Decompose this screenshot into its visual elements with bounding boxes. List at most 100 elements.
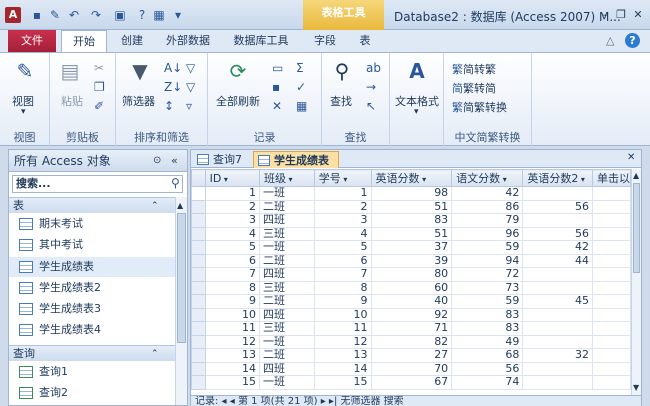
scroll-up-icon[interactable]: ▲ (633, 171, 639, 180)
tables-section-header[interactable]: 表 ⌃ (9, 197, 175, 213)
table-row[interactable]: 8 三班 8 60 73 (191, 280, 631, 295)
row-selector[interactable] (191, 226, 206, 241)
restore-icon[interactable]: ❐ (614, 8, 628, 22)
table-cell[interactable]: 一班 (258, 334, 315, 349)
minimize-ribbon-icon[interactable]: △ (606, 34, 614, 47)
edit-icon[interactable]: ✎ (47, 7, 63, 23)
tab-file[interactable]: 文件 (8, 30, 56, 52)
table-cell[interactable]: 49 (451, 334, 524, 349)
tab-home[interactable]: 开始 (61, 30, 107, 53)
table-cell[interactable]: 10 (313, 307, 372, 322)
table-cell[interactable]: 51 (370, 199, 453, 214)
table-cell[interactable] (591, 321, 631, 336)
table-cell[interactable]: 71 (370, 321, 453, 336)
table-cell[interactable]: 59 (451, 240, 524, 255)
table-cell[interactable]: 79 (451, 213, 524, 228)
row-selector[interactable] (191, 294, 206, 309)
table-cell[interactable]: 83 (451, 321, 524, 336)
table-cell[interactable]: 2 (313, 199, 372, 214)
table-cell[interactable]: 13 (204, 348, 260, 363)
table-cell[interactable]: 67 (370, 375, 453, 390)
paste-icon[interactable]: ▤ (58, 59, 82, 83)
table-cell[interactable]: 11 (204, 321, 260, 336)
table-cell[interactable]: 11 (313, 321, 372, 336)
nav-scroll-thumb[interactable] (177, 213, 186, 343)
save-icon[interactable]: ▪ (29, 7, 45, 23)
datasheet-vscrollbar[interactable]: ▲ ▼ (631, 169, 641, 395)
collapse-section-icon[interactable]: ⌃ (151, 346, 159, 362)
column-dropdown-icon[interactable]: ▾ (221, 175, 228, 184)
to-simplified-button[interactable]: 简繁转简 (452, 80, 496, 96)
find-button[interactable]: 查找 (330, 93, 352, 109)
table-cell[interactable]: 60 (370, 280, 453, 295)
column-header[interactable]: 单击以 (591, 169, 631, 187)
format-painter-icon[interactable]: ✐ (94, 99, 104, 113)
table-cell[interactable]: 12 (313, 334, 372, 349)
view-icon[interactable]: ✎ (13, 59, 37, 83)
nav-collapse-icon[interactable]: « (171, 150, 178, 172)
table-cell[interactable]: 7 (204, 267, 260, 282)
new-record-icon[interactable]: ▭ (272, 61, 283, 75)
table-cell[interactable]: 98 (370, 186, 453, 201)
to-traditional-button[interactable]: 繁简转繁 (452, 61, 496, 77)
table-row[interactable]: 6 二班 6 39 94 44 (191, 253, 631, 268)
selection-filter-icon[interactable]: ▽ (186, 61, 195, 75)
table-row[interactable]: 2 二班 2 51 86 56 (191, 199, 631, 214)
table-cell[interactable]: 59 (451, 294, 524, 309)
text-format-icon[interactable]: A (405, 59, 429, 83)
table-cell[interactable]: 15 (313, 375, 372, 390)
table-cell[interactable]: 73 (451, 280, 524, 295)
refresh-all-button[interactable]: 全部刷新 (216, 93, 260, 109)
table-cell[interactable]: 80 (370, 267, 453, 282)
copy-icon[interactable]: ❐ (94, 80, 105, 94)
grid-icon[interactable]: ▦ (151, 7, 167, 23)
table-cell[interactable]: 4 (204, 226, 260, 241)
table-cell[interactable] (591, 253, 631, 268)
close-doc-icon[interactable]: ✕ (627, 152, 635, 163)
table-row[interactable]: 11 三班 11 71 83 (191, 321, 631, 336)
table-cell[interactable] (591, 334, 631, 349)
table-cell[interactable]: 82 (370, 334, 453, 349)
delete-record-icon[interactable]: ✕ (272, 99, 282, 113)
table-cell[interactable]: 8 (204, 280, 260, 295)
table-cell[interactable] (591, 375, 631, 390)
table-cell[interactable] (591, 361, 631, 376)
row-selector[interactable] (191, 253, 206, 268)
table-cell[interactable] (522, 375, 593, 390)
table-cell[interactable]: 14 (313, 361, 372, 376)
filter-button[interactable]: 筛选器 (122, 93, 155, 109)
cut-icon[interactable]: ✂ (94, 61, 104, 75)
minimize-icon[interactable]: – (598, 8, 612, 22)
tab-database-tools[interactable]: 数据库工具 (226, 30, 296, 52)
select-icon[interactable]: ↖ (366, 99, 376, 113)
column-dropdown-icon[interactable]: ▾ (286, 175, 292, 184)
select-all-cell[interactable] (191, 169, 206, 187)
table-cell[interactable] (522, 280, 593, 295)
doc-tab-student-scores[interactable]: 学生成绩表 (253, 151, 339, 168)
sort-ascending-icon[interactable]: A↓ (164, 61, 182, 75)
table-cell[interactable] (591, 240, 631, 255)
table-cell[interactable] (591, 226, 631, 241)
table-cell[interactable]: 1 (204, 186, 260, 201)
row-selector[interactable] (191, 307, 206, 322)
table-cell[interactable]: 45 (522, 294, 593, 309)
tab-table[interactable]: 表 (352, 30, 378, 52)
table-cell[interactable]: 14 (204, 361, 260, 376)
table-cell[interactable]: 56 (522, 199, 593, 214)
table-cell[interactable]: 37 (370, 240, 453, 255)
table-cell[interactable]: 9 (313, 294, 372, 309)
table-cell[interactable]: 四班 (258, 213, 315, 228)
nav-query-item[interactable]: 查询2 (9, 383, 175, 403)
table-row[interactable]: 5 一班 5 37 59 42 (191, 240, 631, 255)
customize-qat-icon[interactable]: ▾ (170, 7, 186, 23)
table-row[interactable]: 3 四班 3 83 79 (191, 213, 631, 228)
table-row[interactable]: 12 一班 12 82 49 (191, 334, 631, 349)
table-cell[interactable]: 74 (451, 375, 524, 390)
table-cell[interactable]: 86 (451, 199, 524, 214)
table-cell[interactable]: 2 (204, 199, 260, 214)
table-cell[interactable]: 三班 (258, 321, 315, 336)
binoculars-icon[interactable]: ⚲ (330, 59, 354, 83)
table-row[interactable]: 13 二班 13 27 68 32 (191, 348, 631, 363)
table-cell[interactable]: 51 (370, 226, 453, 241)
nav-table-item[interactable]: 学生成绩表4 (9, 320, 175, 340)
